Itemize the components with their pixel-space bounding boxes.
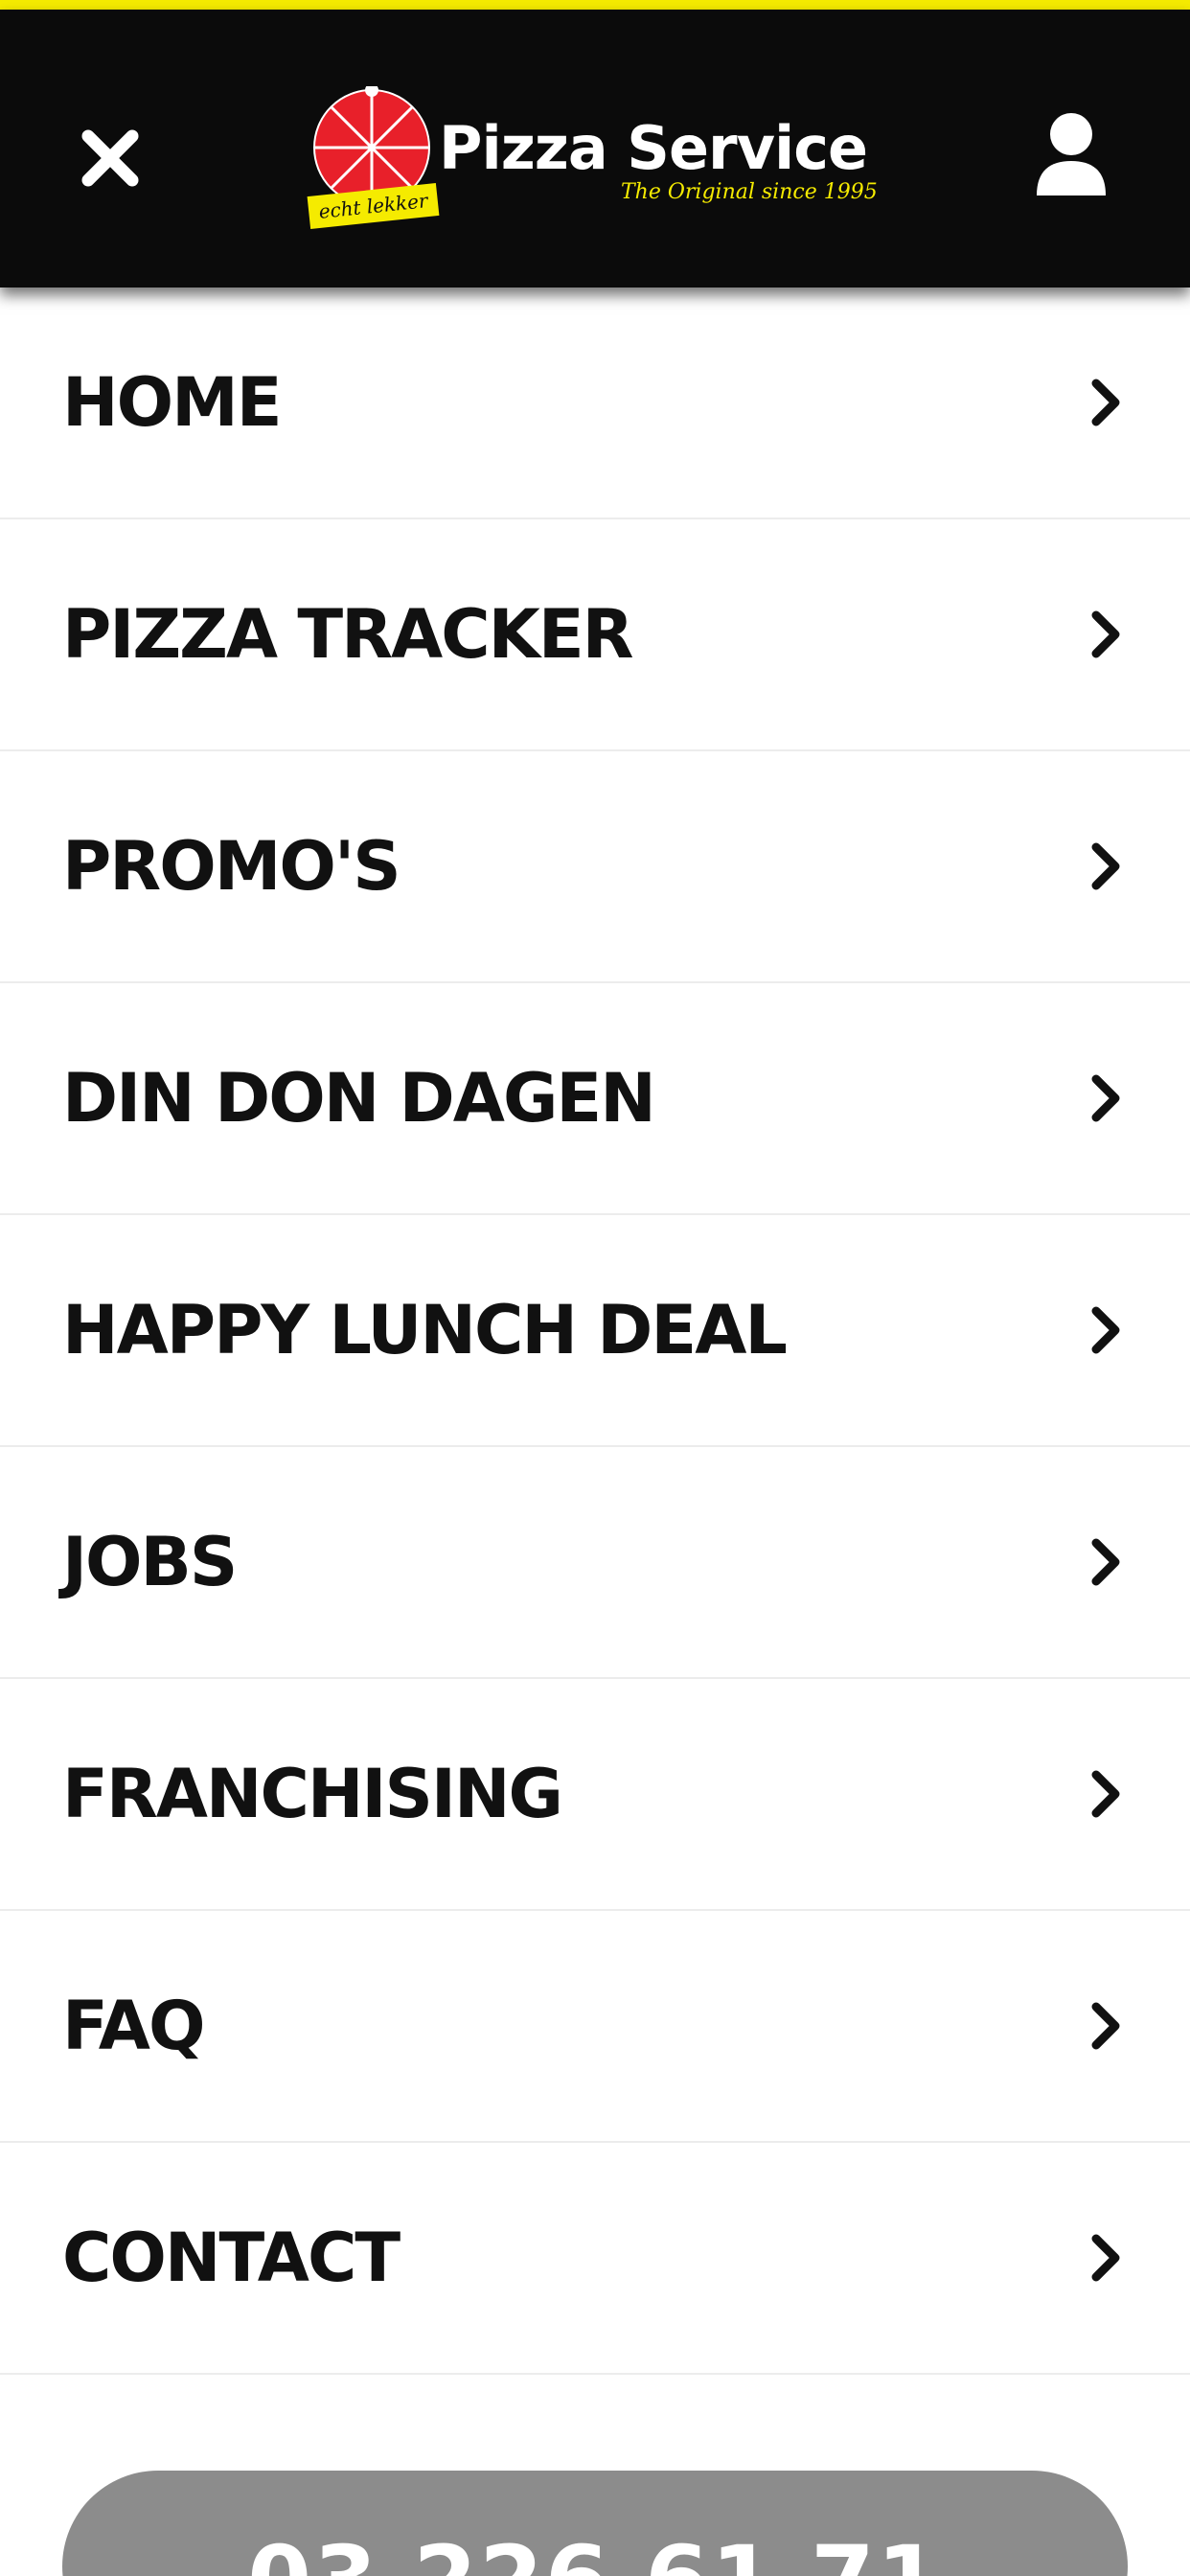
app-root: echt lekker Pizza Service The Original s… [0, 0, 1190, 2576]
header: echt lekker Pizza Service The Original s… [0, 10, 1190, 288]
menu-item-contact[interactable]: CONTACT [0, 2143, 1190, 2375]
chevron-right-icon [1091, 2002, 1120, 2050]
top-accent-bar [0, 0, 1190, 10]
menu-item-label: PIZZA TRACKER [62, 595, 634, 674]
logo-name: Pizza Service [439, 113, 868, 183]
pizza-service-logo[interactable]: echt lekker Pizza Service The Original s… [305, 77, 878, 235]
chevron-right-icon [1091, 1074, 1120, 1122]
close-icon [81, 129, 139, 187]
close-menu-button[interactable] [67, 115, 153, 201]
chevron-right-icon [1091, 842, 1120, 890]
chevron-right-icon [1091, 1538, 1120, 1586]
chevron-right-icon [1091, 379, 1120, 426]
menu-item-label: DIN DON DAGEN [62, 1059, 656, 1138]
chevron-right-icon [1091, 610, 1120, 658]
menu-item-faq[interactable]: FAQ [0, 1911, 1190, 2143]
menu-item-label: FAQ [62, 1987, 205, 2065]
call-phone-button[interactable]: 03 226 61 71 [62, 2471, 1128, 2576]
menu-item-promos[interactable]: PROMO'S [0, 751, 1190, 983]
menu-item-home[interactable]: HOME [0, 288, 1190, 519]
logo-tagline: The Original since 1995 [621, 180, 878, 204]
chevron-right-icon [1091, 1770, 1120, 1818]
user-account-button[interactable] [1023, 102, 1119, 207]
logo-tag-text: echt lekker [317, 189, 429, 223]
menu-item-din-don-dagen[interactable]: DIN DON DAGEN [0, 983, 1190, 1215]
chevron-right-icon [1091, 1306, 1120, 1354]
menu-item-label: HOME [62, 363, 283, 442]
menu-item-jobs[interactable]: JOBS [0, 1447, 1190, 1679]
user-icon [1037, 113, 1106, 196]
menu-item-label: CONTACT [62, 2219, 400, 2297]
menu-item-happy-lunch-deal[interactable]: HAPPY LUNCH DEAL [0, 1215, 1190, 1447]
menu-item-label: JOBS [62, 1523, 238, 1601]
menu-item-label: PROMO'S [62, 827, 401, 906]
menu-item-label: HAPPY LUNCH DEAL [62, 1291, 788, 1369]
phone-number: 03 226 61 71 [247, 2526, 942, 2576]
chevron-right-icon [1091, 2234, 1120, 2282]
menu-item-pizza-tracker[interactable]: PIZZA TRACKER [0, 519, 1190, 751]
main-menu: HOME PIZZA TRACKER PROMO'S DIN DON DAGEN… [0, 288, 1190, 2375]
menu-item-label: FRANCHISING [62, 1755, 563, 1833]
menu-item-franchising[interactable]: FRANCHISING [0, 1679, 1190, 1911]
